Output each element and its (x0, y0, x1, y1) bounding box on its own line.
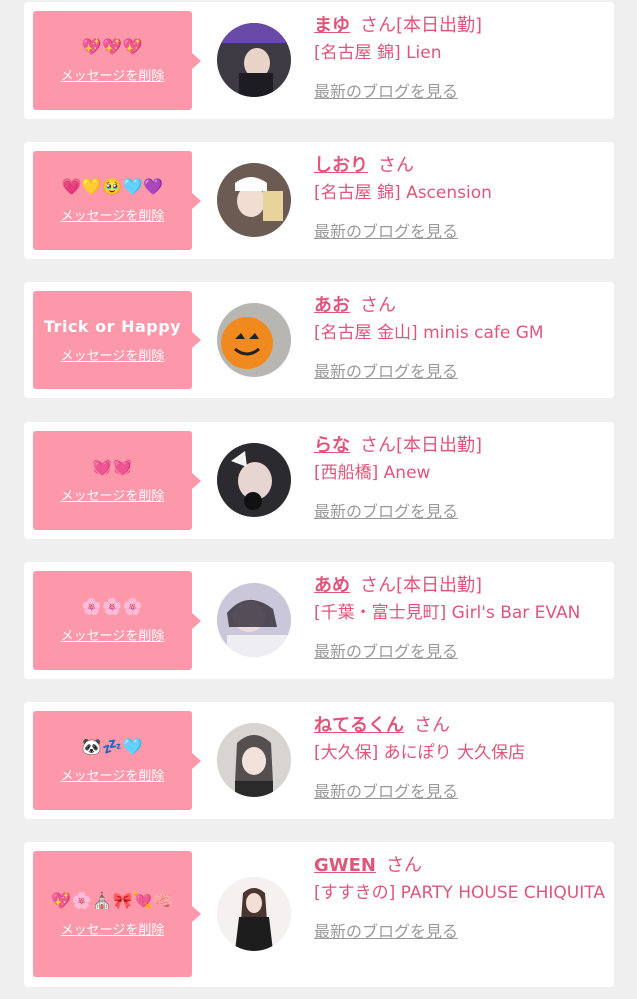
user-name-link[interactable]: まゆ (314, 15, 350, 36)
list-item: 💖🌸⛪🎀💘🧠 メッセージを削除 GWEN さん [すすきの] PARTY HOUS… (24, 842, 614, 987)
latest-blog-link[interactable]: 最新のブログを見る (314, 78, 458, 102)
latest-blog-link[interactable]: 最新のブログを見る (314, 638, 458, 662)
latest-blog-link[interactable]: 最新のブログを見る (314, 498, 458, 522)
status-badge: [本日出勤] (396, 15, 483, 36)
avatar[interactable] (217, 163, 291, 237)
status-badge: [本日出勤] (396, 575, 483, 596)
status-badge: [本日出勤] (396, 435, 483, 456)
latest-blog-link[interactable]: 最新のブログを見る (314, 358, 458, 382)
delete-message-link[interactable]: メッセージを削除 (61, 485, 165, 504)
shop-name: [名古屋 錦] Ascension (314, 183, 492, 203)
user-name-link[interactable]: ねてるくん (314, 715, 404, 736)
honorific: さん (360, 435, 396, 456)
user-name-link[interactable]: しおり (314, 155, 368, 176)
message-list: 💖💖💖 メッセージを削除 まゆ さん[本日出勤] [名古屋 錦] Lien 最新の… (0, 0, 637, 999)
delete-message-link[interactable]: メッセージを削除 (61, 65, 165, 84)
message-bubble: 🐼💤🩵 メッセージを削除 (33, 711, 201, 810)
list-item: Trick or Happy メッセージを削除 あお さん [名古屋 金山] mi… (24, 282, 614, 398)
latest-blog-link[interactable]: 最新のブログを見る (314, 918, 458, 942)
list-item: 💖💖💖 メッセージを削除 まゆ さん[本日出勤] [名古屋 錦] Lien 最新の… (24, 2, 614, 119)
list-item: 💗💛🥹🩵💜 メッセージを削除 しおり さん [名古屋 錦] Ascension 最… (24, 142, 614, 259)
message-bubble: 💖🌸⛪🎀💘🧠 メッセージを削除 (33, 851, 201, 977)
message-text: 💓💓 (92, 457, 133, 476)
shop-name: [すすきの] PARTY HOUSE CHIQUITA (314, 883, 605, 903)
message-text: 🐼💤🩵 (81, 737, 144, 756)
shop-name: [西船橋] Anew (314, 463, 431, 483)
message-text: 💖🌸⛪🎀💘🧠 (51, 890, 174, 910)
delete-message-link[interactable]: メッセージを削除 (61, 625, 165, 644)
latest-blog-link[interactable]: 最新のブログを見る (314, 218, 458, 242)
message-text: 💗💛🥹🩵💜 (61, 177, 164, 196)
avatar[interactable] (217, 443, 291, 517)
list-item: 🐼💤🩵 メッセージを削除 ねてるくん さん [大久保] あにぽり 大久保店 最新の… (24, 702, 614, 819)
message-text: Trick or Happy (43, 316, 182, 336)
honorific: さん (360, 575, 396, 596)
list-item: 🌸🌸🌸 メッセージを削除 あめ さん[本日出勤] [千葉・富士見町] Girl's… (24, 562, 614, 679)
message-text: 🌸🌸🌸 (81, 597, 144, 616)
delete-message-link[interactable]: メッセージを削除 (61, 345, 165, 364)
user-name-link[interactable]: GWEN (314, 855, 376, 876)
honorific: さん (414, 715, 450, 736)
honorific: さん (360, 295, 396, 316)
message-bubble: Trick or Happy メッセージを削除 (33, 291, 201, 389)
user-name-link[interactable]: あめ (314, 575, 350, 596)
avatar[interactable] (217, 583, 291, 657)
list-item: 💓💓 メッセージを削除 らな さん[本日出勤] [西船橋] Anew 最新のブログ… (24, 422, 614, 539)
honorific: さん (378, 155, 414, 176)
delete-message-link[interactable]: メッセージを削除 (61, 205, 165, 224)
delete-message-link[interactable]: メッセージを削除 (61, 765, 165, 784)
shop-name: [大久保] あにぽり 大久保店 (314, 743, 526, 763)
message-bubble: 💓💓 メッセージを削除 (33, 431, 201, 530)
shop-name: [千葉・富士見町] Girl's Bar EVAN (314, 603, 581, 623)
message-bubble: 💗💛🥹🩵💜 メッセージを削除 (33, 151, 201, 250)
honorific: さん (386, 855, 422, 876)
avatar[interactable] (217, 723, 291, 797)
shop-name: [名古屋 錦] Lien (314, 43, 442, 63)
message-bubble: 🌸🌸🌸 メッセージを削除 (33, 571, 201, 670)
user-name-link[interactable]: あお (314, 295, 350, 316)
delete-message-link[interactable]: メッセージを削除 (61, 919, 165, 938)
honorific: さん (360, 15, 396, 36)
latest-blog-link[interactable]: 最新のブログを見る (314, 778, 458, 802)
message-bubble: 💖💖💖 メッセージを削除 (33, 11, 201, 110)
avatar[interactable] (217, 303, 291, 377)
avatar[interactable] (217, 877, 291, 951)
user-name-link[interactable]: らな (314, 435, 350, 456)
avatar[interactable] (217, 23, 291, 97)
message-text: 💖💖💖 (81, 37, 144, 56)
shop-name: [名古屋 金山] minis cafe GM (314, 323, 544, 343)
